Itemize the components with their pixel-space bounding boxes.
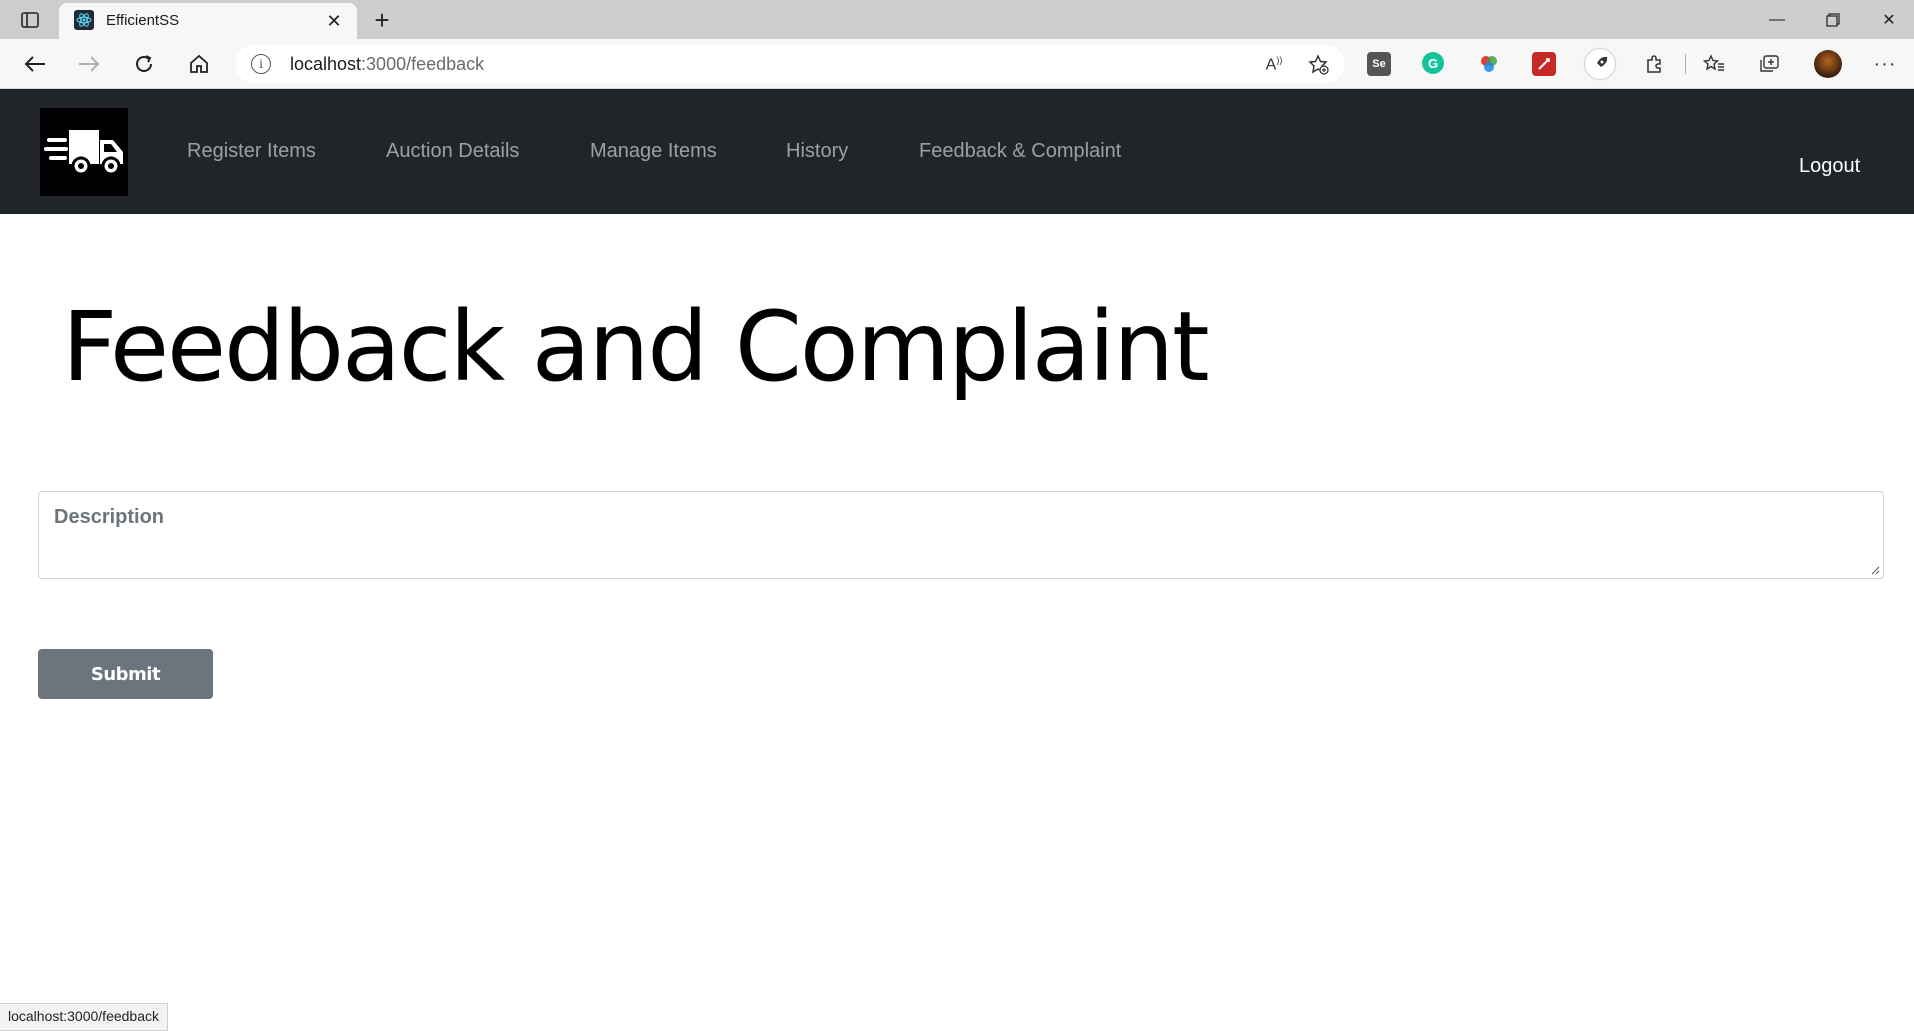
nav-auction-details[interactable]: Auction Details bbox=[386, 140, 519, 163]
truck-logo-icon[interactable] bbox=[40, 108, 128, 196]
add-favorite-icon[interactable] bbox=[1306, 52, 1332, 78]
grammarly-ext-icon[interactable]: G bbox=[1422, 52, 1444, 74]
back-arrow-icon[interactable] bbox=[19, 48, 51, 80]
color-ext-icon[interactable] bbox=[1477, 52, 1501, 76]
refresh-icon[interactable] bbox=[128, 48, 160, 80]
description-textarea[interactable]: Description bbox=[38, 491, 1884, 579]
submit-button[interactable]: Submit bbox=[38, 649, 213, 699]
info-icon[interactable]: i bbox=[251, 54, 271, 74]
restore-icon[interactable] bbox=[1805, 0, 1861, 39]
nav-register-items[interactable]: Register Items bbox=[187, 140, 316, 163]
home-icon[interactable] bbox=[183, 48, 215, 80]
selenium-ext-icon[interactable]: Se bbox=[1367, 52, 1391, 76]
react-favicon-icon bbox=[74, 10, 94, 30]
browser-tab-active[interactable]: EfficientSS ✕ bbox=[59, 3, 357, 39]
address-bar[interactable]: i localhost:3000/feedback A)) bbox=[235, 45, 1345, 83]
extensions-icon[interactable] bbox=[1642, 52, 1666, 76]
profile-avatar[interactable] bbox=[1814, 50, 1842, 78]
nav-feedback-complaint[interactable]: Feedback & Complaint bbox=[919, 140, 1121, 163]
logout-button[interactable]: Logout bbox=[1799, 155, 1860, 178]
window-close-icon[interactable]: ✕ bbox=[1861, 0, 1914, 39]
favorites-icon[interactable] bbox=[1702, 52, 1726, 76]
description-label: Description bbox=[54, 506, 165, 528]
browser-toolbar: i localhost:3000/feedback A)) Se G ··· bbox=[0, 39, 1914, 89]
close-icon[interactable]: ✕ bbox=[323, 10, 345, 32]
plus-icon[interactable]: + bbox=[368, 5, 396, 35]
nav-history[interactable]: History bbox=[786, 140, 848, 163]
rocket-ext-icon[interactable] bbox=[1585, 49, 1615, 79]
minimize-icon[interactable]: — bbox=[1749, 0, 1805, 39]
read-aloud-icon[interactable]: A)) bbox=[1261, 52, 1287, 78]
resize-grip-icon[interactable] bbox=[1870, 565, 1880, 575]
collections-icon[interactable] bbox=[1757, 52, 1781, 76]
toolbar-divider bbox=[1685, 54, 1686, 74]
nav-manage-items[interactable]: Manage Items bbox=[590, 140, 717, 163]
pdf-ext-icon[interactable] bbox=[1532, 52, 1556, 76]
sidebar-toggle-icon[interactable] bbox=[18, 9, 42, 31]
browser-tab-bar: EfficientSS ✕ + — ✕ bbox=[0, 0, 1914, 39]
page-title: Feedback and Complaint bbox=[62, 291, 1210, 403]
more-icon[interactable]: ··· bbox=[1873, 52, 1897, 76]
app-navbar: Register Items Auction Details Manage It… bbox=[0, 89, 1914, 214]
tab-title: EfficientSS bbox=[106, 12, 180, 29]
address-path: :3000/feedback bbox=[361, 54, 485, 74]
address-text[interactable]: localhost:3000/feedback bbox=[290, 54, 484, 75]
status-bar-url: localhost:3000/feedback bbox=[0, 1003, 168, 1031]
address-host: localhost bbox=[290, 54, 362, 74]
forward-arrow-icon[interactable] bbox=[73, 48, 105, 80]
